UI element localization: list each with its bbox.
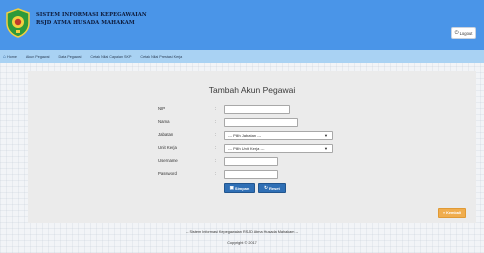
chevron-down-icon: ▼ bbox=[324, 133, 328, 138]
nav-label-cetak-prestasi: Cetak Nilai Prestasi Kerja bbox=[140, 54, 183, 59]
main-navbar: ⌂ Home Akun Pegawai Data Pegawai Cetak N… bbox=[0, 50, 484, 63]
back-label: Kembali bbox=[446, 211, 461, 215]
colon: : bbox=[215, 106, 217, 111]
app-header: SISTEM INFORMASI KEPEGAWAIAN RSJD ATMA H… bbox=[0, 0, 484, 50]
password-input[interactable] bbox=[224, 170, 278, 179]
nav-item-data-pegawai[interactable]: Data Pegawai bbox=[58, 55, 81, 59]
colon: : bbox=[215, 119, 217, 124]
username-label: Username bbox=[158, 158, 178, 163]
unit-kerja-select-value: --- Pilih Unit Kerja --- bbox=[228, 146, 265, 151]
nip-label: NIP bbox=[158, 106, 166, 111]
colon: : bbox=[215, 158, 217, 163]
unit-kerja-label: Unit Kerja bbox=[158, 145, 177, 150]
app-title-line1: SISTEM INFORMASI KEPEGAWAIAN bbox=[36, 12, 147, 18]
username-input[interactable] bbox=[224, 157, 278, 166]
app-title-line2: RSJD ATMA HUSADA MAHAKAM bbox=[36, 20, 135, 26]
form-row-username: Username : bbox=[28, 157, 476, 166]
colon: : bbox=[215, 171, 217, 176]
nav-label-home: Home bbox=[7, 54, 17, 59]
form-panel: Tambah Akun Pegawai NIP : Nama : Jabatan… bbox=[28, 71, 476, 223]
password-label: Password bbox=[158, 171, 177, 176]
nav-item-akun-pegawai[interactable]: Akun Pegawai bbox=[26, 55, 50, 59]
jabatan-select[interactable]: --- Pilih Jabatan --- ▼ bbox=[224, 131, 333, 140]
colon: : bbox=[215, 132, 217, 137]
logo-icon bbox=[6, 8, 30, 38]
colon: : bbox=[215, 145, 217, 150]
save-label: Simpan bbox=[234, 185, 250, 191]
app-title: SISTEM INFORMASI KEPEGAWAIAN RSJD ATMA H… bbox=[36, 11, 147, 27]
refresh-icon: ↻ bbox=[264, 185, 268, 190]
home-icon: ⌂ bbox=[3, 53, 7, 60]
form-row-nip: NIP : bbox=[28, 105, 476, 114]
nav-item-home[interactable]: ⌂ Home bbox=[3, 54, 17, 60]
floppy-disk-icon: ▣ bbox=[229, 185, 234, 190]
nama-label: Nama bbox=[158, 119, 170, 124]
unit-kerja-select[interactable]: --- Pilih Unit Kerja --- ▼ bbox=[224, 144, 333, 153]
nav-label-akun-pegawai: Akun Pegawai bbox=[25, 54, 50, 59]
chevron-down-icon: ▼ bbox=[324, 146, 328, 151]
footer-text: -- Sistem Informasi Kepegawaian RSJD Atm… bbox=[185, 230, 299, 234]
jabatan-select-value: --- Pilih Jabatan --- bbox=[228, 133, 262, 138]
copyright-text: Copyright © 2017 bbox=[227, 241, 257, 245]
form-row-password: Password : bbox=[28, 170, 476, 179]
logout-button[interactable]: ⏻ Logout bbox=[451, 27, 476, 39]
back-button[interactable]: « Kembali bbox=[438, 208, 466, 218]
nav-item-cetak-skp[interactable]: Cetak Nilai Capaian SKP bbox=[90, 55, 131, 59]
nav-label-cetak-skp: Cetak Nilai Capaian SKP bbox=[90, 54, 132, 59]
power-icon: ⏻ bbox=[454, 30, 459, 36]
nav-item-cetak-prestasi[interactable]: Cetak Nilai Prestasi Kerja bbox=[140, 55, 182, 59]
form-row-jabatan: Jabatan : --- Pilih Jabatan --- ▼ bbox=[28, 131, 476, 140]
form-row-nama: Nama : bbox=[28, 118, 476, 127]
nama-input[interactable] bbox=[224, 118, 298, 127]
jabatan-label: Jabatan bbox=[158, 132, 174, 137]
reset-label: Reset bbox=[268, 185, 280, 191]
form-title: Tambah Akun Pegawai bbox=[208, 85, 296, 95]
logout-label: Logout bbox=[459, 30, 473, 36]
save-button[interactable]: ▣ Simpan bbox=[224, 183, 255, 193]
reset-button[interactable]: ↻ Reset bbox=[258, 183, 286, 193]
nip-input[interactable] bbox=[224, 105, 290, 114]
form-row-unit-kerja: Unit Kerja : --- Pilih Unit Kerja --- ▼ bbox=[28, 144, 476, 153]
back-arrow-icon: « bbox=[443, 211, 446, 215]
nav-label-data-pegawai: Data Pegawai bbox=[58, 54, 82, 59]
